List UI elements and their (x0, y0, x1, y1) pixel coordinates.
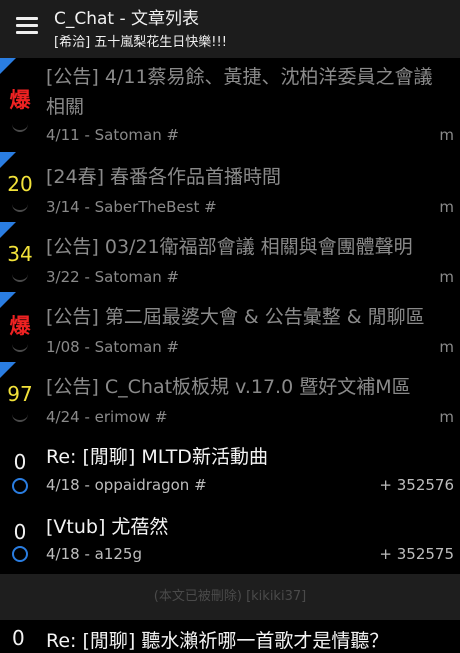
push-score: 爆 (9, 88, 31, 112)
post-meta: 3/22 - Satoman # (46, 268, 180, 286)
pinned-corner-icon (0, 58, 16, 74)
read-status-icon (12, 266, 28, 282)
post-mark: m (439, 268, 454, 286)
pinned-corner-icon (0, 152, 16, 168)
post-title: [公告] 4/11蔡易餘、黃捷、沈柏洋委員之會議相關 (46, 66, 433, 118)
pinned-corner-icon (0, 292, 16, 308)
push-score: 0 (13, 520, 27, 544)
list-item[interactable]: 爆 [公告] 4/11蔡易餘、黃捷、沈柏洋委員之會議相關 4/11 - Sato… (0, 58, 460, 152)
post-mark: m (439, 338, 454, 356)
post-title: Re: [閒聊] MLTD新活動曲 (46, 446, 268, 468)
push-score: 34 (7, 242, 33, 266)
list-item[interactable]: 34 [公告] 03/21衛福部會議 相關與會團體聲明 3/22 - Satom… (0, 222, 460, 292)
post-meta: 4/24 - erimow # (46, 408, 168, 426)
post-number: + 352576 (379, 476, 454, 494)
unread-status-icon (12, 546, 28, 562)
post-meta: 4/11 - Satoman # (46, 126, 180, 144)
post-meta: 3/14 - SaberTheBest # (46, 198, 217, 216)
push-score: 0 (12, 626, 25, 650)
page-title: C_Chat - 文章列表 (54, 9, 200, 29)
push-score: 97 (7, 382, 33, 406)
list-item[interactable]: 爆 [公告] 第二屆最婆大會 & 公告彙整 & 閒聊區 1/08 - Satom… (0, 292, 460, 362)
pinned-corner-icon (0, 222, 16, 238)
list-item[interactable]: 0 Re: [閒聊] MLTD新活動曲 4/18 - oppaidragon #… (0, 432, 460, 504)
post-title: [公告] 03/21衛福部會議 相關與會團體聲明 (46, 236, 413, 258)
unread-status-icon (12, 478, 28, 494)
post-title: [24春] 春番各作品首播時間 (46, 166, 282, 188)
read-status-icon (12, 116, 28, 132)
post-meta: 1/08 - Satoman # (46, 338, 180, 356)
read-status-icon (12, 196, 28, 212)
hamburger-menu-icon[interactable] (16, 17, 38, 34)
post-meta: 4/18 - oppaidragon # (46, 476, 207, 494)
push-score: 20 (7, 172, 33, 196)
app-header: C_Chat - 文章列表 [希洽] 五十嵐梨花生日快樂!!! (0, 0, 460, 58)
post-title: [Vtub] 尤蓓然 (46, 516, 169, 538)
post-mark: m (439, 408, 454, 426)
post-number: + 352575 (379, 545, 454, 563)
post-title: [公告] 第二屆最婆大會 & 公告彙整 & 閒聊區 (46, 306, 425, 328)
pinned-corner-icon (0, 362, 16, 378)
post-mark: m (439, 198, 454, 216)
list-item[interactable]: 20 [24春] 春番各作品首播時間 3/14 - SaberTheBest #… (0, 152, 460, 222)
deleted-post-notice: (本文已被刪除) [kikiki37] (0, 574, 460, 620)
board-subtitle: [希洽] 五十嵐梨花生日快樂!!! (54, 35, 227, 50)
post-title: [公告] C_Chat板板規 v.17.0 暨好文補M區 (46, 376, 411, 398)
post-mark: m (439, 126, 454, 144)
post-meta: 4/18 - a125g (46, 545, 142, 563)
list-item[interactable]: 0 [Vtub] 尤蓓然 4/18 - a125g + 352575 (0, 504, 460, 574)
push-score: 0 (13, 450, 27, 474)
list-item[interactable]: 97 [公告] C_Chat板板規 v.17.0 暨好文補M區 4/24 - e… (0, 362, 460, 432)
read-status-icon (12, 336, 28, 352)
read-status-icon (12, 406, 28, 422)
